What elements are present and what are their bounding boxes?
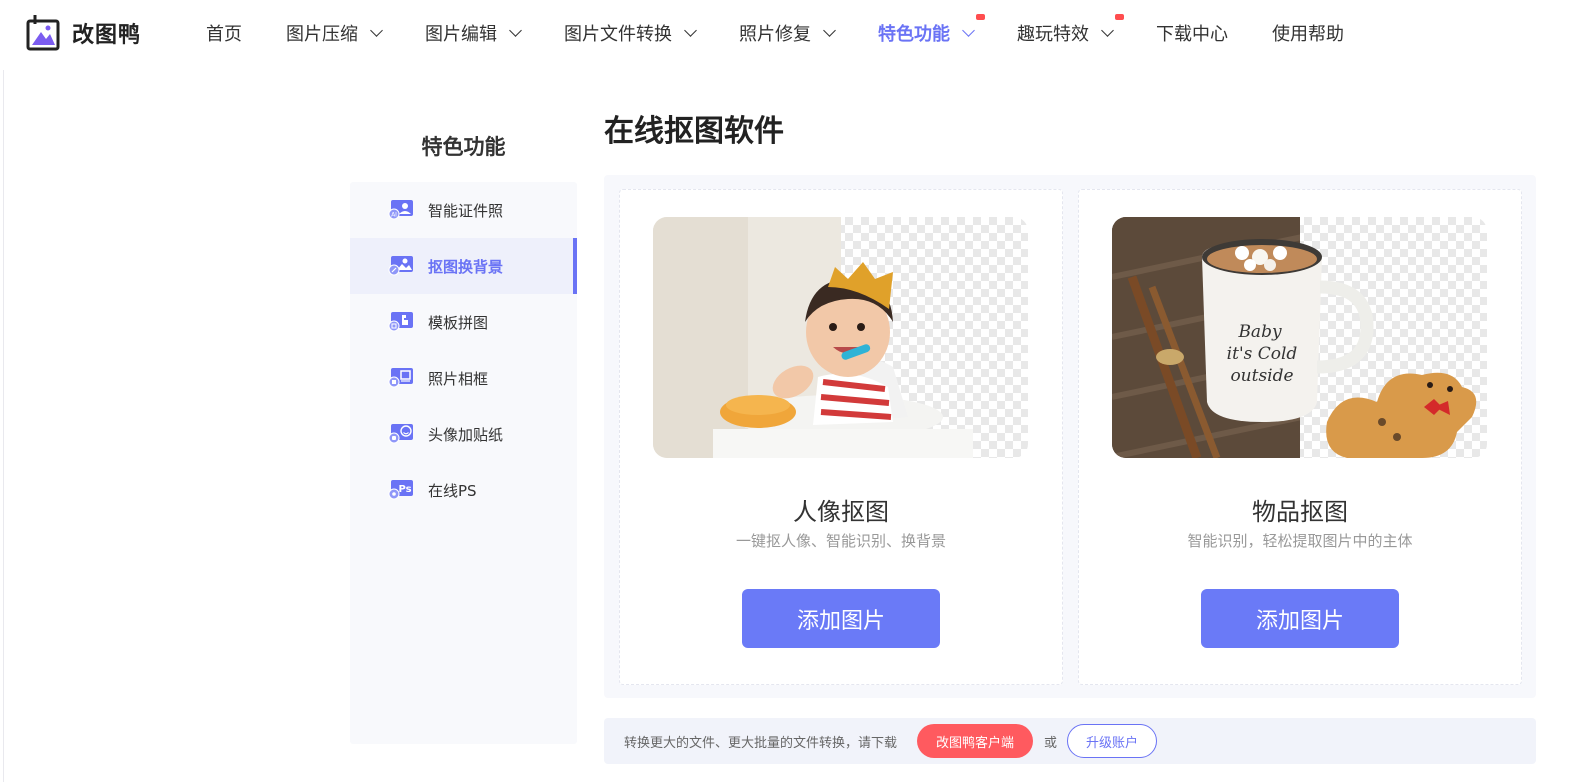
sidebar-item-cutout-background[interactable]: 抠图换背景	[350, 238, 577, 294]
sidebar-item-label: 在线PS	[428, 481, 477, 500]
or-text: 或	[1044, 735, 1058, 751]
svg-text:Baby: Baby	[1237, 322, 1282, 342]
nav-item-label: 下载中心	[1156, 24, 1228, 45]
nav-item-label: 图片编辑	[425, 24, 497, 45]
nav-item-image-compress[interactable]: 图片压缩	[286, 20, 383, 46]
nav-item-label: 趣玩特效	[1017, 24, 1089, 45]
svg-text:outside: outside	[1230, 366, 1293, 386]
download-client-button[interactable]: 改图鸭客户端	[917, 724, 1034, 758]
avatar-sticker-icon	[388, 424, 413, 444]
notice-text: 转换更大的文件、更大批量的文件转换，请下载	[624, 735, 898, 751]
portrait-cutout-card: 人像抠图 一键抠人像、智能识别、换背景 添加图片	[619, 189, 1063, 685]
cutout-background-icon	[388, 256, 413, 276]
nav-item-label: 特色功能	[878, 24, 950, 45]
svg-text:AI: AI	[391, 212, 397, 219]
object-cutout-image: Baby it's Cold outside	[1112, 217, 1487, 458]
nav-item-fun-effects[interactable]: 趣玩特效	[1017, 14, 1124, 46]
object-cutout-card: Baby it's Cold outside 物品抠图 智能识别，轻松提取图片中…	[1078, 189, 1522, 685]
brand-name: 改图鸭	[72, 23, 142, 48]
chevron-down-icon	[370, 24, 383, 37]
nav-item-home[interactable]: 首页	[206, 20, 242, 46]
sidebar-item-label: 抠图换背景	[428, 257, 504, 276]
portrait-cutout-image	[653, 217, 1028, 458]
top-header: 改图鸭 首页 图片压缩 图片编辑 图片文件转换 照片修复 特色功能 趣玩特效 下…	[0, 0, 1585, 70]
sidebar-item-label: 头像加贴纸	[428, 425, 504, 444]
nav-item-featured[interactable]: 特色功能	[878, 14, 985, 46]
sidebar-item-template-collage[interactable]: 模板拼图	[350, 294, 577, 350]
chevron-down-icon	[684, 24, 697, 37]
sidebar-item-id-photo[interactable]: AI 智能证件照	[350, 182, 577, 238]
card-description: 智能识别，轻松提取图片中的主体	[1187, 532, 1413, 550]
nav-item-file-convert[interactable]: 图片文件转换	[564, 20, 697, 46]
id-photo-icon: AI	[388, 200, 413, 220]
main-nav: 首页 图片压缩 图片编辑 图片文件转换 照片修复 特色功能 趣玩特效 下载中心 …	[206, 14, 1388, 46]
add-image-button[interactable]: 添加图片	[742, 589, 940, 648]
chevron-down-icon	[1101, 24, 1114, 37]
new-badge-icon	[1115, 14, 1124, 20]
nav-item-download-center[interactable]: 下载中心	[1156, 20, 1228, 46]
sidebar-item-label: 模板拼图	[428, 313, 489, 332]
nav-item-label: 照片修复	[739, 24, 811, 45]
sidebar-item-label: 智能证件照	[428, 201, 504, 220]
sidebar-item-online-ps[interactable]: Ps 在线PS	[350, 462, 577, 518]
svg-text:it's Cold: it's Cold	[1227, 344, 1298, 364]
logo[interactable]: 改图鸭	[24, 14, 141, 52]
chevron-down-icon	[823, 24, 836, 37]
chevron-down-icon	[509, 24, 522, 37]
svg-text:Ps: Ps	[398, 484, 411, 495]
card-title: 物品抠图	[1252, 498, 1348, 526]
sidebar-title: 特色功能	[421, 135, 506, 159]
photo-frame-icon	[388, 368, 413, 388]
chevron-down-icon	[962, 24, 975, 37]
nav-item-photo-repair[interactable]: 照片修复	[739, 20, 836, 46]
sidebar-item-label: 照片相框	[428, 369, 489, 388]
sidebar-item-avatar-sticker[interactable]: 头像加贴纸	[350, 406, 577, 462]
nav-item-label: 图片文件转换	[564, 24, 672, 45]
download-notice-bar: 转换更大的文件、更大批量的文件转换，请下载 改图鸭客户端 或 升级账户	[604, 718, 1536, 764]
template-collage-icon	[388, 312, 413, 332]
add-image-button[interactable]: 添加图片	[1201, 589, 1399, 648]
online-ps-icon: Ps	[388, 480, 413, 500]
sidebar-item-photo-frame[interactable]: 照片相框	[350, 350, 577, 406]
nav-item-image-edit[interactable]: 图片编辑	[425, 20, 522, 46]
nav-item-help[interactable]: 使用帮助	[1272, 20, 1344, 46]
tool-panel: 人像抠图 一键抠人像、智能识别、换背景 添加图片 Baby it's Cold …	[604, 175, 1536, 698]
upgrade-account-button[interactable]: 升级账户	[1067, 724, 1158, 758]
logo-icon	[26, 15, 60, 51]
card-description: 一键抠人像、智能识别、换背景	[735, 532, 946, 550]
nav-item-label: 使用帮助	[1272, 24, 1344, 45]
new-badge-icon	[976, 14, 985, 20]
sidebar: AI 智能证件照 抠图换背景 模板拼图 照片相框 头像加贴纸 Ps 在线PS	[350, 182, 577, 744]
card-title: 人像抠图	[793, 498, 889, 526]
page-left-border	[3, 0, 4, 782]
nav-item-label: 首页	[206, 24, 242, 45]
nav-item-label: 图片压缩	[286, 24, 358, 45]
page-title: 在线抠图软件	[604, 114, 784, 149]
